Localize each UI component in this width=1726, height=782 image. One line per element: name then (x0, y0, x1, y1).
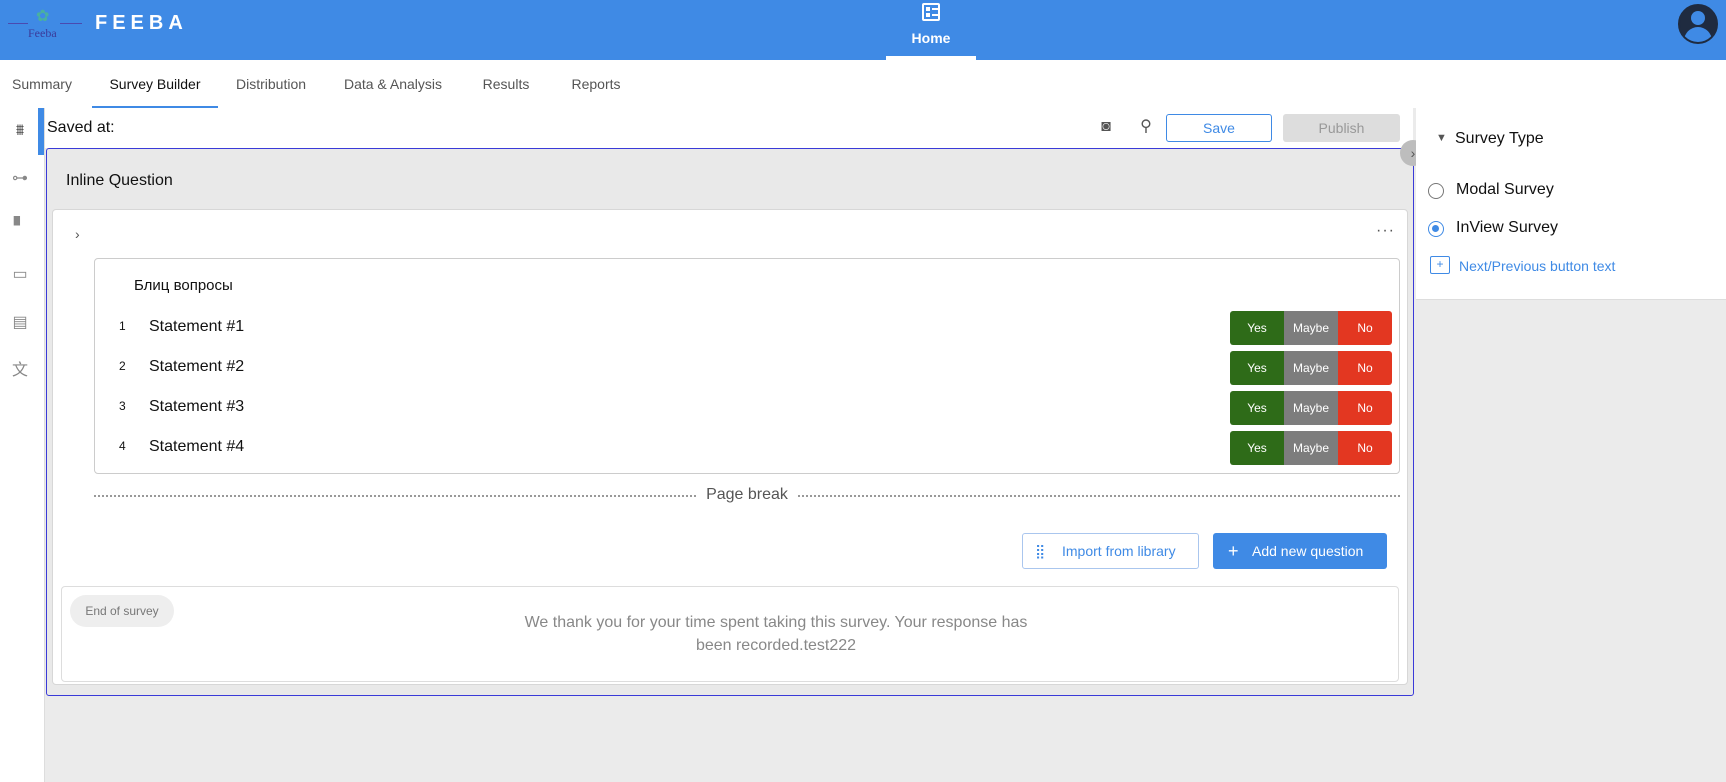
end-of-survey-badge: End of survey (70, 595, 174, 627)
answer-yes-button[interactable]: Yes (1230, 391, 1284, 425)
statement-text: Statement #3 (149, 398, 245, 415)
expand-caret-icon[interactable]: ▼ (1436, 132, 1447, 144)
answer-maybe-button[interactable]: Maybe (1284, 351, 1338, 385)
grid-icon: ⣿ (1035, 543, 1046, 559)
preview-icon[interactable]: ◙ (1095, 116, 1117, 138)
statement-number: 1 (119, 319, 126, 333)
more-options-icon[interactable]: ··· (1376, 222, 1395, 240)
statement-row: 2 Statement #2 Yes Maybe No (95, 351, 1401, 385)
answer-yes-button[interactable]: Yes (1230, 311, 1284, 345)
feeba-logo[interactable]: ✿ Feeba (8, 4, 82, 42)
answer-no-button[interactable]: No (1338, 391, 1392, 425)
add-new-question-button[interactable]: + Add new question (1213, 533, 1387, 569)
brand-title: FEEBA (95, 12, 188, 34)
selection-accent (38, 108, 44, 155)
statement-text: Statement #1 (149, 318, 245, 335)
survey-tab-nav: Summary Survey Builder Distribution Data… (0, 60, 1726, 108)
tab-results[interactable]: Results (470, 60, 542, 108)
plus-icon: + (1228, 541, 1239, 561)
statement-number: 3 (119, 399, 126, 413)
search-icon[interactable]: ⚲ (1135, 116, 1157, 138)
survey-type-panel: ▼ Survey Type Modal Survey InView Survey… (1416, 108, 1726, 300)
top-app-bar: ✿ Feeba FEEBA Home (0, 0, 1726, 60)
page-break[interactable]: Page break (94, 484, 1400, 506)
saved-at-label: Saved at: (47, 119, 115, 136)
answer-yes-button[interactable]: Yes (1230, 431, 1284, 465)
display-icon[interactable]: ▭ (9, 264, 31, 286)
tab-reports[interactable]: Reports (558, 60, 634, 108)
end-of-survey-message: We thank you for your time spent taking … (524, 614, 1028, 654)
answer-maybe-button[interactable]: Maybe (1284, 391, 1338, 425)
statement-row: 4 Statement #4 Yes Maybe No (95, 431, 1401, 465)
inview-survey-option[interactable]: InView Survey (1428, 216, 1718, 242)
next-previous-label: Next/Previous button text (1459, 258, 1616, 274)
translate-icon[interactable]: 文 (9, 360, 31, 382)
answer-group: Yes Maybe No (1230, 351, 1392, 385)
home-label: Home (911, 30, 951, 46)
button-text-icon: + (1430, 256, 1450, 274)
answer-yes-button[interactable]: Yes (1230, 351, 1284, 385)
tab-distribution[interactable]: Distribution (226, 60, 316, 108)
paint-roller-icon[interactable]: ▘ (9, 216, 31, 238)
end-of-survey-card[interactable]: End of survey We thank you for your time… (61, 586, 1399, 682)
home-tab[interactable]: Home (886, 0, 976, 60)
tab-data-analysis[interactable]: Data & Analysis (332, 60, 454, 108)
answer-group: Yes Maybe No (1230, 431, 1392, 465)
statement-text: Statement #4 (149, 438, 245, 455)
answer-group: Yes Maybe No (1230, 311, 1392, 345)
statement-row: 1 Statement #1 Yes Maybe No (95, 311, 1401, 345)
radio-inview[interactable] (1428, 221, 1444, 237)
import-from-library-button[interactable]: ⣿ Import from library (1022, 533, 1199, 569)
survey-block[interactable]: › Inline Question › ··· Блиц вопросы 1 S… (46, 140, 1426, 696)
question-card[interactable]: › ··· Блиц вопросы 1 Statement #1 Yes Ma… (52, 209, 1408, 685)
publish-button[interactable]: Publish (1283, 114, 1400, 142)
document-icon[interactable]: ▤ (9, 312, 31, 334)
statement-text: Statement #2 (149, 358, 245, 375)
save-button[interactable]: Save (1166, 114, 1272, 142)
saved-bar: Saved at: ◙ ⚲ Save Publish (38, 108, 1413, 155)
page-break-label: Page break (696, 486, 798, 503)
left-tool-rail: ⩩ ⊶ ▘ ▭ ▤ 文 (0, 108, 45, 782)
answer-maybe-button[interactable]: Maybe (1284, 431, 1338, 465)
tab-summary[interactable]: Summary (0, 60, 84, 108)
logo-mark-icon: ✿ (36, 8, 50, 25)
tab-survey-builder[interactable]: Survey Builder (92, 60, 218, 108)
add-label: Add new question (1252, 543, 1364, 559)
answer-no-button[interactable]: No (1338, 351, 1392, 385)
radio-modal[interactable] (1428, 183, 1444, 199)
answer-no-button[interactable]: No (1338, 311, 1392, 345)
answer-no-button[interactable]: No (1338, 431, 1392, 465)
statement-number: 4 (119, 439, 126, 453)
answer-maybe-button[interactable]: Maybe (1284, 311, 1338, 345)
inline-question-title: Inline Question (66, 172, 173, 189)
matrix-title: Блиц вопросы (134, 277, 233, 294)
account-circle-icon[interactable] (1678, 4, 1718, 44)
inview-survey-label: InView Survey (1456, 219, 1558, 236)
checklist-icon (922, 3, 940, 21)
modal-survey-option[interactable]: Modal Survey (1428, 178, 1718, 204)
chevron-right-icon[interactable]: › (75, 226, 80, 242)
builder-icon[interactable]: ⩩ (9, 120, 31, 142)
import-label: Import from library (1062, 543, 1176, 559)
flow-icon[interactable]: ⊶ (9, 168, 31, 190)
statement-number: 2 (119, 359, 126, 373)
statement-row: 3 Statement #3 Yes Maybe No (95, 391, 1401, 425)
builder-canvas: Saved at: ◙ ⚲ Save Publish › Inline Ques… (38, 108, 1426, 782)
statement-matrix: Блиц вопросы 1 Statement #1 Yes Maybe No… (94, 258, 1400, 474)
answer-group: Yes Maybe No (1230, 391, 1392, 425)
modal-survey-label: Modal Survey (1456, 181, 1554, 198)
survey-type-title: Survey Type (1455, 130, 1544, 147)
logo-text: Feeba (28, 26, 57, 40)
